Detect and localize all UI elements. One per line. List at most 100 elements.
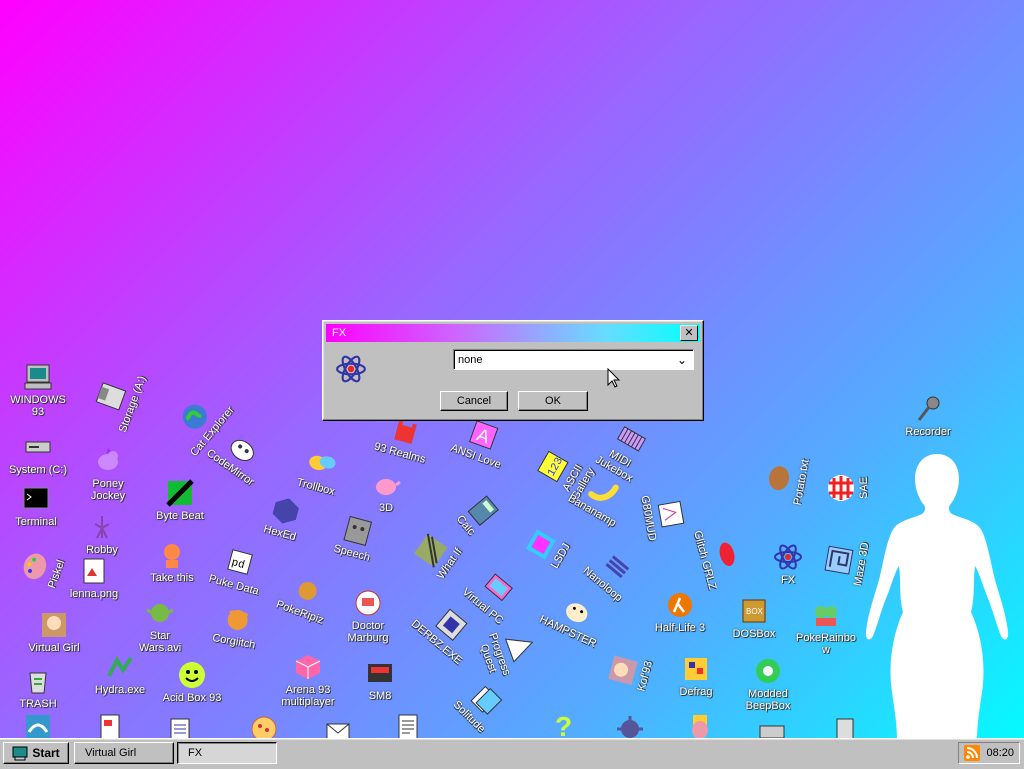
desktop-icon-speech[interactable]: Speech [319,508,392,567]
text-file-icon [393,712,423,738]
cancel-button[interactable]: Cancel [440,391,508,411]
desktop-icon-recorder[interactable]: Recorder [896,394,960,438]
desktop-icon-label: PokeRainbow [796,632,856,656]
taskbar-item-fx[interactable]: FX [177,742,277,764]
desktop-icon-defrag[interactable]: Defrag [664,654,728,698]
question-icon: ? [547,710,577,738]
desktop-icon-duke[interactable] [668,712,732,738]
desktop-icon-poney-jockey[interactable]: Poney Jockey [76,446,140,502]
desktop-icon-question[interactable]: ? [530,710,594,738]
desktop-icon-keyboard[interactable] [740,716,804,738]
keyboard-icon [757,716,787,738]
desktop-icon-trollbox[interactable]: Trollbox [283,442,356,501]
desktop-icon-storage[interactable]: Storage (A:) [86,361,149,436]
desktop-icon-byte-beat[interactable]: Byte Beat [148,478,212,522]
desktop-icon-system-c[interactable]: System (C:) [6,432,70,476]
desktop-icon-virtual-girl[interactable]: Virtual Girl [22,610,86,654]
system-tray: 08:20 [958,742,1020,764]
close-icon: ✕ [684,326,694,339]
virus-icon [615,714,645,738]
taskbar-item-virtual-girl[interactable]: Virtual Girl [74,742,174,764]
desktop-icon-potato[interactable]: Potato.txt [759,444,813,515]
desktop-icon-label: Star Wars.avi [138,630,182,654]
halflife-icon [665,590,695,620]
desktop-icon-take-this[interactable]: Take this [140,540,204,584]
desktop-icon-label: lenna.png [69,588,119,600]
desktop-icon-document[interactable] [78,712,142,738]
desktop-icon-lsdj[interactable]: LSDJ [512,509,582,586]
desktop-icon-hampster[interactable]: HAMPSTER [536,584,613,651]
desktop-icon-pizza[interactable] [232,714,296,738]
fx-effect-select[interactable]: none ⌄ [453,349,694,370]
desktop-icon-label: Doctor Marburg [347,620,389,644]
desktop-icon-hydra[interactable]: Hydra.exe [88,652,152,696]
ok-button[interactable]: OK [518,391,588,411]
desktop-icon-label: Acid Box 93 [162,692,222,704]
doctor-icon [353,588,383,618]
desktop-icon-label: Virtual Girl [28,642,80,654]
fx-atom-icon [336,355,366,383]
start-logo-icon [12,746,28,761]
desktop-icon-doctor-marburg[interactable]: Doctor Marburg [336,588,400,644]
desktop-icon-terminal[interactable]: Terminal [4,484,68,528]
desktop-icon-pokerainbow[interactable]: PokeRainbow [794,600,858,656]
mud-icon [654,497,689,532]
close-button[interactable]: ✕ [680,325,698,341]
desktop-icon-puke-data[interactable]: pd Puke Data [201,540,274,599]
desktop-icon-label: Recorder [905,426,951,438]
fx-dialog: FX ✕ none ⌄ Cancel OK [322,320,704,421]
corgi-icon [220,602,255,637]
desktop-icon-trash[interactable]: TRASH [6,666,70,710]
desktop-icon-label: Byte Beat [156,510,204,522]
mouse-cursor-icon [607,368,621,388]
svg-text:?: ? [555,711,572,738]
desktop-icon-lenna[interactable]: lenna.png [62,556,126,600]
virtual-girl-silhouette [865,454,1009,738]
virtualgirl-icon [39,610,69,640]
desktop-icon-3d[interactable]: 3D [354,470,418,514]
face-icon [339,513,376,550]
desktop-icon-arena-93[interactable]: Arena 93 multiplayer [276,652,340,708]
desktop-icon-kof93[interactable]: Kof'93 [600,635,659,708]
desktop-icon-pokeripiz[interactable]: PokeRipiz [268,566,343,629]
desktop-icon-hexed[interactable]: HexEd [247,488,320,547]
fx-icon [773,542,803,572]
desktop-icon-g80mud[interactable]: G80MUD [637,480,691,551]
desktop-icon-label: Take this [150,572,194,584]
desktop-icon-fx[interactable]: FX [756,542,820,586]
desktop-icon-acid-box-93[interactable]: Acid Box 93 [160,660,224,704]
rss-icon[interactable] [964,745,980,761]
desktop-icon-label: Half-Life 3 [654,622,706,634]
dosbox-icon: BOX [739,596,769,626]
start-label: Start [32,746,60,760]
start-button[interactable]: Start [3,742,69,764]
desktop-icon-dosbox[interactable]: BOX DOSBox [722,596,786,640]
desktop-icon-sae[interactable]: SAE [826,456,870,520]
letter-icon [323,718,353,738]
desktop-icon-label: Arena 93 multiplayer [281,684,335,708]
desktop-icon-notepad[interactable] [148,716,212,738]
desktop-icon-windows93[interactable]: WINDOWS 93 [6,362,70,418]
desktop: WINDOWS 93 Storage (A:) Cat Explorer Cod… [0,0,1024,738]
hydra-icon [105,652,135,682]
desktop-icon-half-life-3[interactable]: Half-Life 3 [648,590,712,634]
notepad-icon [165,716,195,738]
duke-icon [685,712,715,738]
desktop-icon-letter[interactable] [306,718,370,738]
desktop-icon-text-file[interactable] [376,712,440,738]
desktop-icon-ne[interactable] [808,716,872,738]
dialog-titlebar[interactable]: FX ✕ [326,324,700,342]
desktop-icon-robby[interactable]: Robby [70,512,134,556]
desktop-icon-corgiitch[interactable]: Corgiitch [201,599,272,653]
desktop-icon-virus[interactable] [598,714,662,738]
desktop-icon-sm8[interactable]: SM8 [348,658,412,702]
desktop-icon-dolphin[interactable] [6,712,70,738]
pony-icon [93,446,123,476]
desktop-icon-modded-beepbox[interactable]: Modded BeepBox [736,656,800,712]
desktop-icon-glitch-grlz[interactable]: Glitch GRLZ [691,519,750,592]
smiley-icon [177,660,207,690]
desktop-icon-star-wars[interactable]: Star Wars.avi [128,598,192,654]
clock: 08:20 [986,747,1014,759]
pokerainbow-icon [811,600,841,630]
desktop-icon-label: TRASH [19,698,57,710]
